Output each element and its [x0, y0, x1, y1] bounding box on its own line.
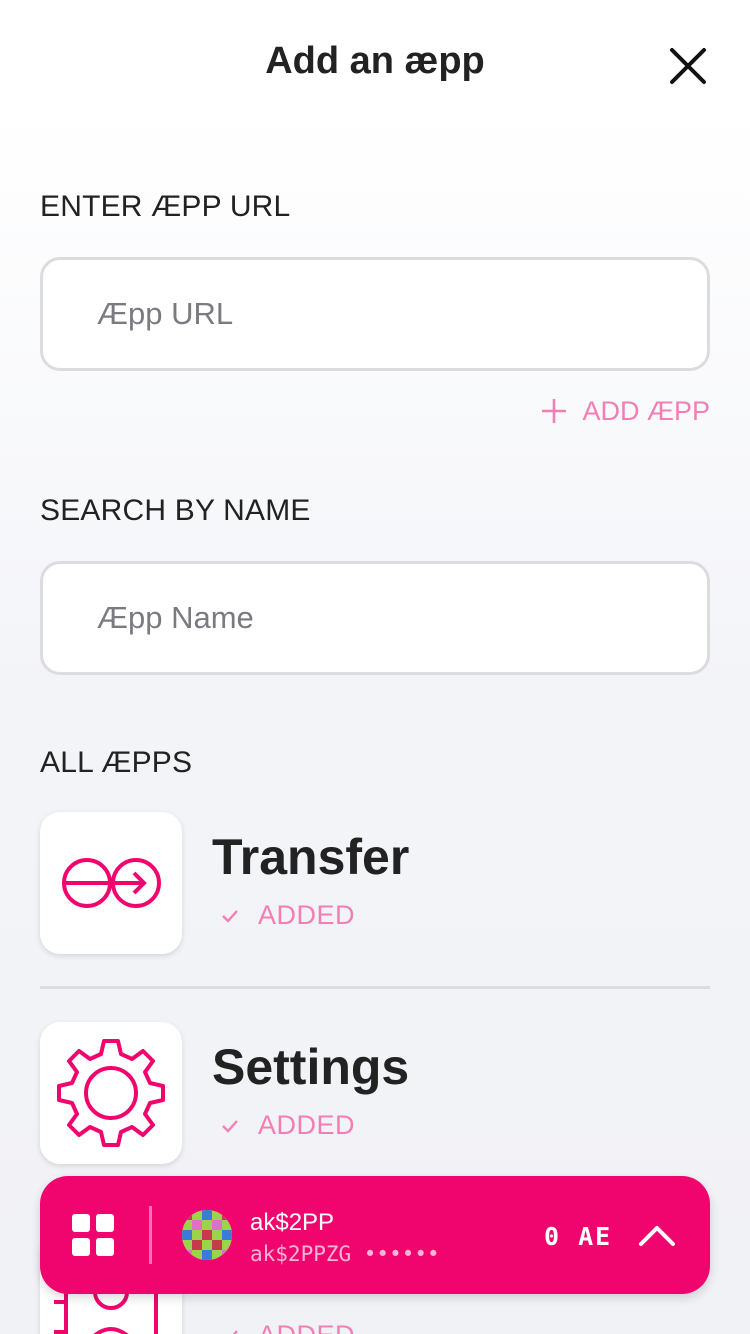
page-title: Add an æpp [265, 40, 485, 82]
close-icon[interactable] [664, 42, 712, 90]
transfer-icon [40, 812, 182, 954]
account-name: ak$2PP [250, 1209, 335, 1236]
app-status-label: ADDED [258, 1320, 355, 1334]
plus-icon [542, 399, 567, 423]
gear-icon [40, 1022, 182, 1164]
divider [149, 1206, 152, 1264]
search-input[interactable] [97, 600, 707, 636]
app-name: Settings [212, 1039, 410, 1095]
balance: 0 AE [544, 1222, 613, 1251]
app-status-label: ADDED [258, 900, 356, 930]
app-item-settings[interactable]: Settings ADDED [40, 1022, 710, 1166]
avatar [182, 1210, 232, 1260]
check-icon [232, 1329, 238, 1334]
check-icon [222, 1119, 238, 1133]
app-status-label: ADDED [258, 1110, 356, 1140]
app-status: ADDED [220, 1110, 355, 1141]
url-section-label: ENTER ÆPP URL [40, 190, 291, 223]
chevron-up-icon[interactable] [636, 1216, 678, 1258]
search-field[interactable] [40, 561, 710, 675]
add-aepp-label: ADD ÆPP [582, 395, 710, 426]
url-field[interactable] [40, 257, 710, 371]
account-bar[interactable]: ak$2PP ak$2PPZG •••••• 0 AE [40, 1176, 710, 1294]
divider [40, 986, 710, 989]
search-section-label: SEARCH BY NAME [40, 494, 311, 527]
app-item-transfer[interactable]: Transfer ADDED [40, 812, 710, 956]
app-name: Transfer [212, 829, 410, 885]
apps-section-label: ALL ÆPPS [40, 746, 193, 779]
header: Add an æpp [0, 0, 750, 126]
url-input[interactable] [97, 296, 707, 332]
grid-icon[interactable] [72, 1214, 116, 1258]
app-status: ADDED [220, 900, 355, 931]
check-icon [222, 909, 238, 923]
account-address: ak$2PPZG •••••• [250, 1242, 440, 1266]
add-aepp-button[interactable]: ADD ÆPP [540, 393, 710, 429]
app-status: ADDED [220, 1320, 355, 1334]
